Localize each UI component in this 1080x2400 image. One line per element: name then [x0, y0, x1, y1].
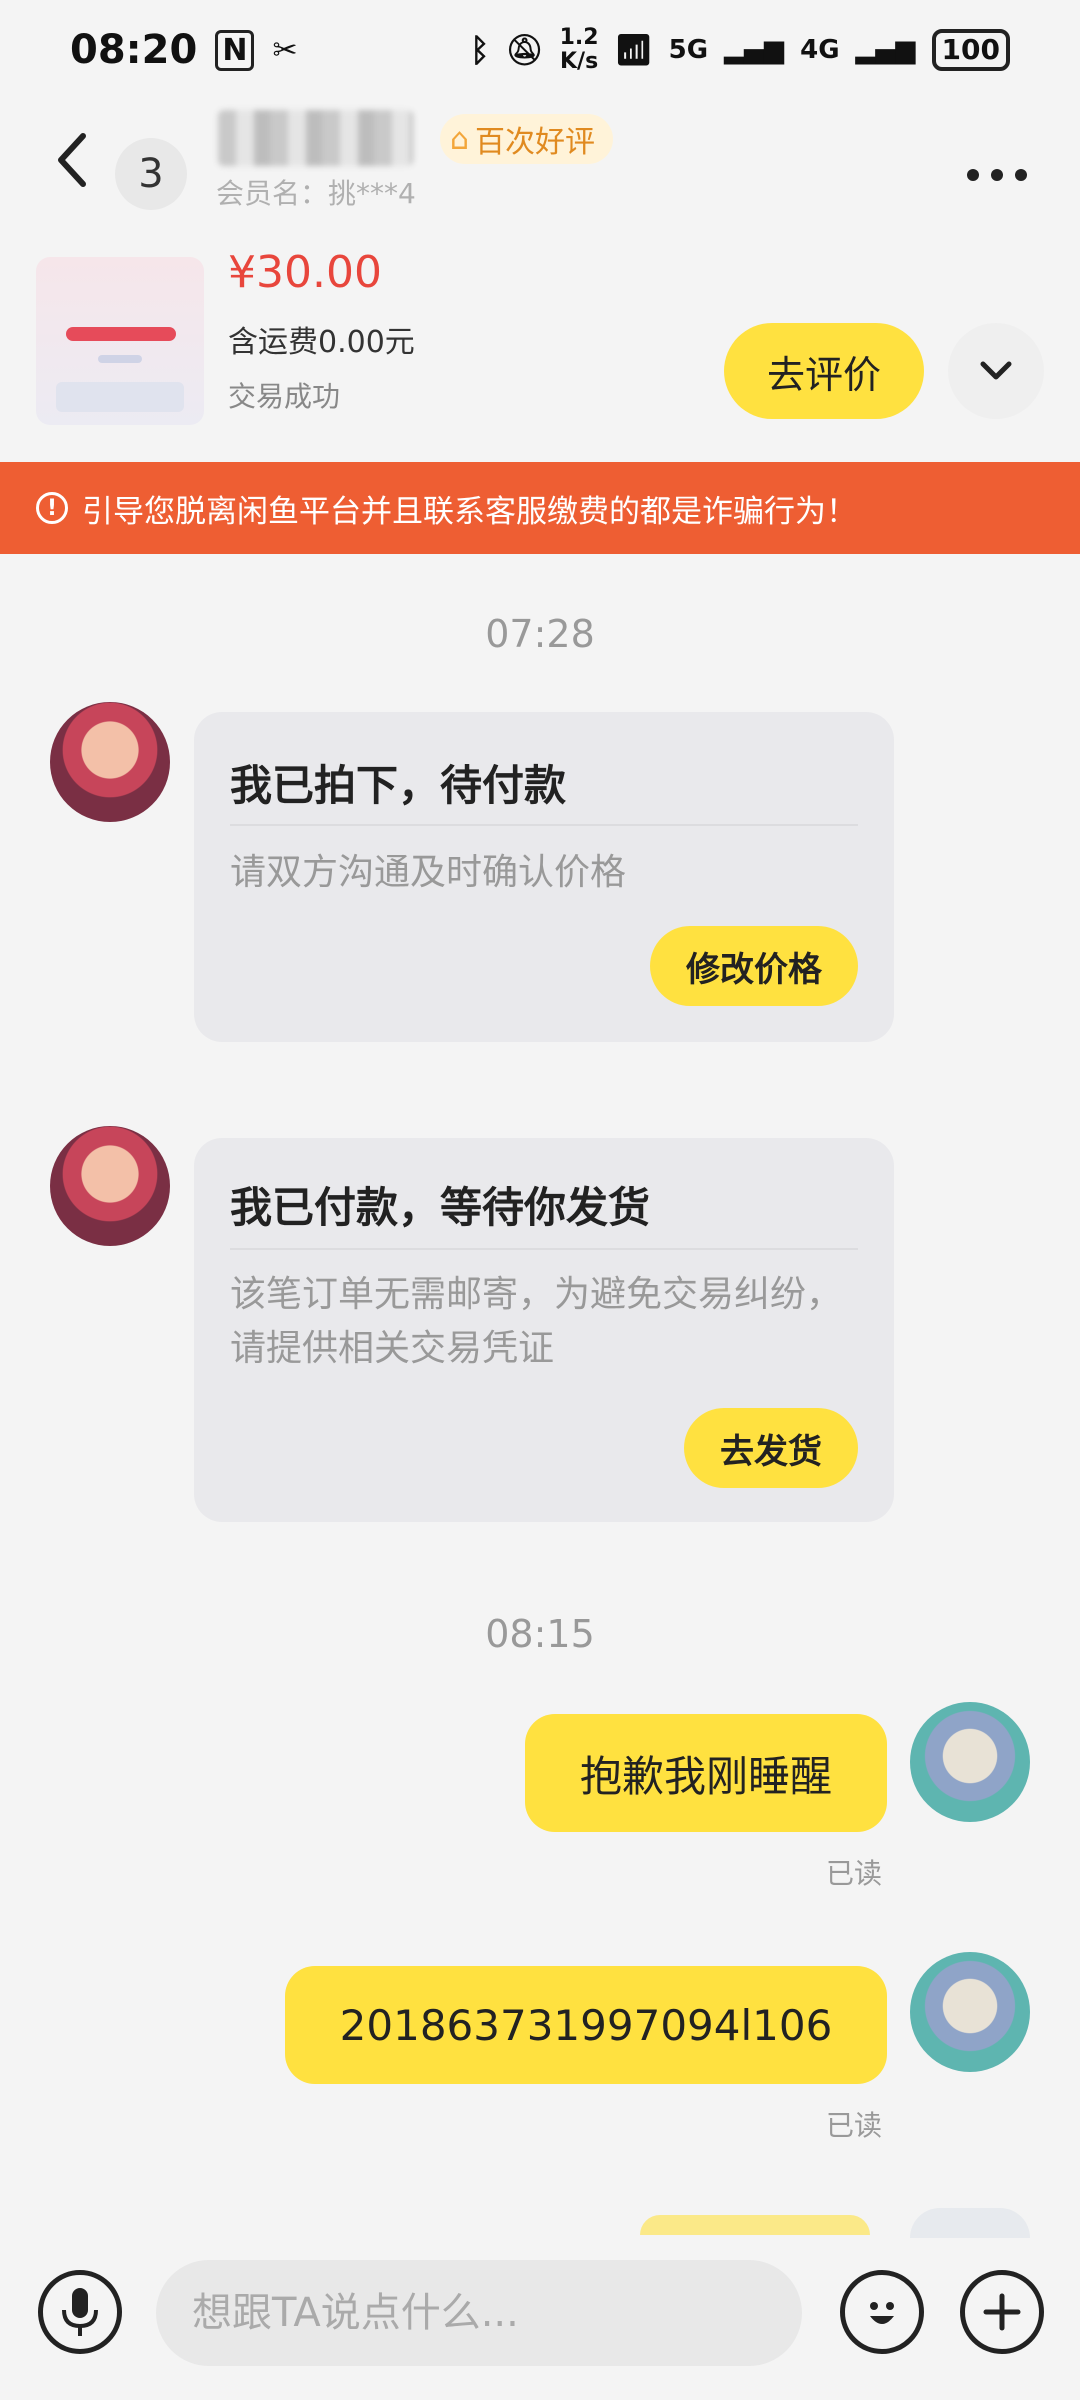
- status-bar: 08:20 N ✂ ᛒ 🔕︎ 1.2 K/s 📶︎ 5G ▂▄▆ 4G ▂▄▆ 1…: [0, 0, 1080, 100]
- timestamp: 08:15: [485, 1612, 595, 1656]
- praise-badge-label: 百次好评: [475, 125, 596, 160]
- card-title: 我已拍下，待付款: [230, 761, 567, 810]
- microphone-icon[interactable]: [38, 2270, 122, 2354]
- praise-badge: ⌂ 百次好评: [440, 114, 614, 164]
- item-price: ¥30.00: [228, 247, 382, 298]
- timestamp: 07:28: [485, 612, 595, 656]
- back-arrow-icon[interactable]: [48, 130, 98, 190]
- item-summary: ¥30.00 含运费0.00元 交易成功 去评价: [0, 235, 1080, 460]
- chevron-down-icon[interactable]: [948, 323, 1044, 419]
- unread-count-badge[interactable]: 3: [115, 138, 187, 210]
- shipping-fee: 含运费0.00元: [228, 325, 415, 360]
- emoji-icon[interactable]: [840, 2270, 924, 2354]
- wifi-icon: 📶︎: [614, 32, 653, 68]
- battery-indicator: 100: [931, 29, 1010, 71]
- read-receipt: 已读: [826, 2109, 883, 2142]
- order-card-awaiting-payment: 我已拍下，待付款 请双方沟通及时确认价格 修改价格: [194, 712, 894, 1042]
- sent-message[interactable]: 抱歉我刚睡醒: [525, 1714, 887, 1832]
- card-description: 请双方沟通及时确认价格: [230, 852, 627, 893]
- sent-message[interactable]: 201863731997094l106: [285, 1966, 887, 2084]
- message-input[interactable]: [156, 2260, 802, 2366]
- my-avatar[interactable]: [910, 1702, 1030, 1822]
- plus-icon[interactable]: [960, 2270, 1044, 2354]
- network-4g: 4G: [800, 35, 840, 65]
- buyer-avatar[interactable]: [50, 702, 170, 822]
- sent-message-partial: [640, 2215, 870, 2235]
- read-receipt: 已读: [826, 1857, 883, 1890]
- house-icon: ⌂: [450, 121, 470, 157]
- my-avatar[interactable]: [910, 1952, 1030, 2072]
- warning-text: 引导您脱离闲鱼平台并且联系客服缴费的都是诈骗行为！: [82, 493, 857, 530]
- card-description: 该笔订单无需邮寄，为避免交易纠纷，请提供相关交易凭证: [230, 1274, 843, 1369]
- mute-icon: 🔕︎: [505, 32, 544, 68]
- seller-name-blurred[interactable]: [218, 110, 413, 166]
- buyer-avatar[interactable]: [50, 1126, 170, 1246]
- link-icon: ✂: [272, 32, 298, 68]
- net-speed: 1.2 K/s: [559, 25, 599, 74]
- status-time: 08:20: [70, 27, 198, 73]
- my-avatar-partial: [910, 2208, 1030, 2238]
- chat-header: 3 ⌂ 百次好评 会员名：挑***4: [0, 100, 1080, 235]
- review-button[interactable]: 去评价: [724, 323, 924, 419]
- bluetooth-icon: ᛒ: [470, 31, 490, 69]
- card-title: 我已付款，等待你发货: [230, 1183, 651, 1232]
- nfc-icon: N: [215, 29, 255, 71]
- ship-button[interactable]: 去发货: [684, 1408, 858, 1488]
- modify-price-button[interactable]: 修改价格: [650, 926, 858, 1006]
- signal-icon: ▂▄▆: [855, 35, 916, 65]
- network-5g: 5G: [668, 35, 709, 65]
- order-card-awaiting-shipment: 我已付款，等待你发货 该笔订单无需邮寄，为避免交易纠纷，请提供相关交易凭证 去发…: [194, 1138, 894, 1522]
- alert-icon: !: [36, 492, 68, 524]
- message-input-bar: [0, 2238, 1080, 2400]
- member-name: 会员名：挑***4: [216, 177, 416, 210]
- more-options-icon[interactable]: [962, 140, 1032, 210]
- item-thumbnail[interactable]: [36, 257, 204, 425]
- fraud-warning-banner: ! 引导您脱离闲鱼平台并且联系客服缴费的都是诈骗行为！: [0, 462, 1080, 554]
- signal-icon: ▂▄▆: [724, 35, 785, 65]
- trade-status: 交易成功: [228, 380, 341, 413]
